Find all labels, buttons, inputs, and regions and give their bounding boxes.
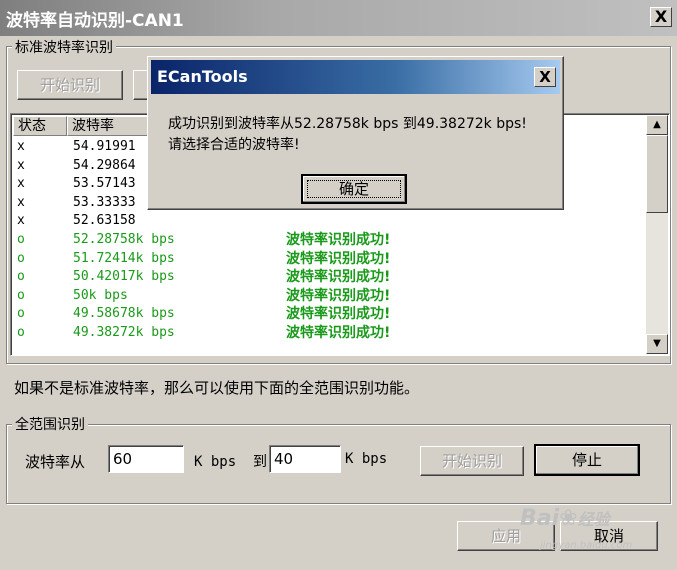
from-input[interactable]: 60 — [108, 445, 184, 473]
row-baud: 51.72414k bps — [73, 250, 175, 266]
standard-baud-legend: 标准波特率识别 — [12, 37, 116, 57]
row-baud: 50.42017k bps — [73, 269, 175, 285]
row-baud: 49.38272k bps — [73, 325, 175, 340]
row-baud: 53.57143 — [73, 176, 136, 192]
list-scrollbar[interactable]: ▲ ▼ — [646, 115, 668, 354]
row-status: o — [17, 306, 25, 322]
row-status: o — [17, 287, 25, 303]
scroll-down-button[interactable]: ▼ — [646, 334, 668, 354]
dialog-titlebar: ECanTools X — [151, 60, 560, 94]
row-status: x — [17, 194, 25, 210]
full-range-hint: 如果不是标准波特率，那么可以使用下面的全范围识别功能。 — [14, 379, 420, 397]
row-status: x — [17, 213, 25, 229]
from-label: 波特率从 — [25, 453, 86, 471]
dialog-ok-button[interactable]: 确定 — [301, 174, 407, 204]
standard-start-button[interactable]: 开始识别 — [17, 70, 123, 100]
full-range-start-button[interactable]: 开始识别 — [420, 446, 524, 476]
watermark-url: jingyan.baidu.com — [540, 540, 633, 551]
scroll-thumb[interactable] — [646, 135, 668, 213]
row-status: x — [17, 176, 25, 192]
to-input[interactable]: 40 — [269, 445, 341, 473]
row-status: o — [17, 250, 25, 266]
row-baud: 52.28758k bps — [73, 232, 175, 247]
row-baud: 50k bps — [73, 287, 128, 303]
window-title: 波特率自动识别-CAN1 — [6, 11, 184, 31]
dialog-message-line1: 成功识别到波特率从52.28758k bps 到49.38272k bps! — [168, 116, 527, 132]
window-close-button[interactable]: X — [650, 7, 672, 27]
row-baud: 54.91991 — [73, 139, 136, 154]
paw-icon: ❀ — [559, 506, 578, 531]
message-dialog: ECanTools X 成功识别到波特率从52.28758k bps 到49.3… — [147, 56, 564, 210]
row-baud: 54.29864 — [73, 157, 136, 173]
row-status: o — [17, 269, 25, 285]
row-message: 波特率识别成功! — [286, 250, 391, 267]
row-baud: 49.58678k bps — [73, 306, 175, 322]
row-message: 波特率识别成功! — [286, 325, 391, 341]
row-status: x — [17, 157, 25, 173]
watermark-logo: Bai❀经验 — [520, 506, 610, 531]
unit-label: K bps — [345, 451, 388, 467]
column-header-status[interactable]: 状态 — [13, 116, 67, 136]
row-message: 波特率识别成功! — [286, 287, 391, 304]
row-status: o — [17, 232, 25, 247]
dialog-title: ECanTools — [157, 67, 248, 86]
dialog-close-button[interactable]: X — [534, 67, 556, 87]
full-range-legend: 全范围识别 — [12, 414, 88, 434]
row-status: x — [17, 139, 25, 154]
to-label: K bps 到 — [194, 454, 268, 470]
watermark-brand: Bai — [520, 506, 560, 531]
row-status: o — [17, 325, 25, 340]
dialog-message-line2: 请选择合适的波特率! — [168, 137, 300, 153]
window-titlebar: 波特率自动识别-CAN1 X — [0, 0, 677, 36]
row-message: 波特率识别成功! — [286, 269, 391, 286]
row-baud: 53.33333 — [73, 194, 136, 210]
row-baud: 52.63158 — [73, 213, 136, 229]
row-message: 波特率识别成功! — [286, 232, 391, 248]
row-message: 波特率识别成功! — [286, 306, 391, 323]
scroll-up-button[interactable]: ▲ — [646, 115, 668, 135]
focus-rect — [307, 180, 401, 198]
watermark-brand-2: 经验 — [577, 510, 610, 529]
stop-button[interactable]: 停止 — [534, 444, 640, 476]
